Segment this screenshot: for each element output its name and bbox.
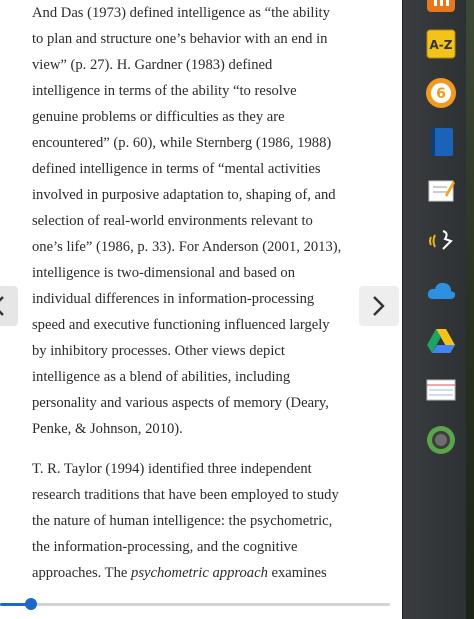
progress-thumb[interactable] [25,598,38,610]
app-partial-icon[interactable] [425,0,457,18]
audio-6-icon[interactable]: 6 [425,77,457,109]
text-line: personality and various aspects of memor… [32,395,329,411]
chevron-right-icon [373,296,385,316]
paragraph-1: And Das (1973) defined intelligence as “… [32,0,341,442]
notepad-icon[interactable] [425,175,457,207]
dictionary-icon[interactable]: A-Z [425,28,457,60]
cloud-icon[interactable] [425,275,457,307]
text-line: Penke, & Johnson, 2010). [32,421,183,437]
reader-pane: And Das (1973) defined intelligence as “… [0,0,402,619]
text-line: genuine problems or difficulties as they… [32,109,285,125]
text-line: defined intelligence in terms of “mental… [32,161,321,177]
text-line: encountered” (p. 60), while Sternberg (1… [32,135,332,151]
text-line: And Das (1973) defined intelligence as “… [32,5,330,21]
globe-icon[interactable] [425,424,457,456]
next-page-button[interactable] [359,286,399,326]
text-line: research traditions that have been emplo… [32,487,339,503]
text-line: T. R. Taylor (1994) identified three ind… [32,461,312,477]
prev-page-button[interactable] [0,286,18,326]
text-line: individual differences in information-pr… [32,291,315,307]
notebook-icon[interactable] [425,126,457,158]
text-line: to plan and structure one’s behavior wit… [32,31,328,47]
text-line: selection of real-world environments rel… [32,213,313,229]
svg-text:A-Z: A-Z [430,38,453,52]
paragraph-2: T. R. Taylor (1994) identified three ind… [32,456,339,586]
text-line: approaches. The psychometric approach ex… [32,565,327,581]
svg-text:6: 6 [436,86,446,102]
text-line: the nature of human intelligence: the ps… [32,513,333,529]
speech-icon[interactable] [425,225,457,257]
chevron-left-icon [0,296,4,316]
drive-icon[interactable] [425,325,457,357]
text-line: view” (p. 27). H. Gardner (1983) defined [32,57,273,73]
text-line: intelligence as a blend of abilities, in… [32,369,291,385]
text-line: speed and executive functioning influenc… [32,317,330,333]
text-line: involved in purposive adaptation to, sha… [32,187,336,203]
reading-progress-slider[interactable] [0,598,390,610]
text-line: intelligence in terms of the ability “to… [32,83,297,99]
text-line: one’s life” (1986, p. 33). For Anderson … [32,239,342,255]
text-line: by inhibitory processes. Other views dep… [32,343,285,359]
italic-term: psychometric approach [131,565,268,581]
progress-track [0,603,390,606]
text-line: the information-processing, and the cogn… [32,539,298,555]
desktop-edge [466,0,474,619]
text-line: intelligence is two-dimensional and base… [32,265,296,281]
index-cards-icon[interactable] [425,374,457,406]
